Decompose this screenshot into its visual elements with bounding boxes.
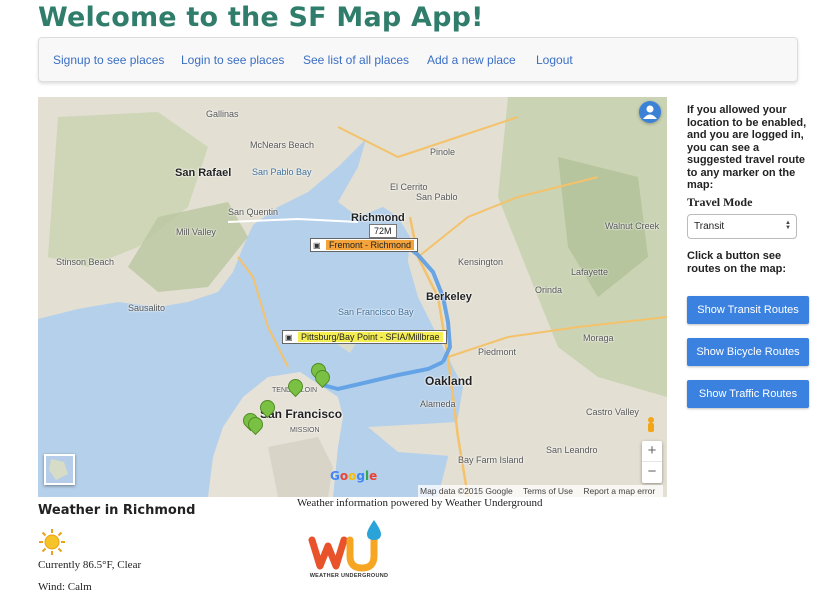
map-label-el-cerrito: El Cerrito: [390, 182, 428, 192]
show-bicycle-routes-button[interactable]: Show Bicycle Routes: [687, 338, 809, 366]
map-label-bay-farm: Bay Farm Island: [458, 455, 524, 465]
current-conditions: Currently 86.5°F, Clear: [38, 559, 142, 571]
map-label-san-quentin: San Quentin: [228, 207, 279, 217]
weather-title: Weather in Richmond: [38, 503, 196, 518]
show-traffic-routes-button[interactable]: Show Traffic Routes: [687, 380, 809, 408]
map-label-san-leandro: San Leandro: [546, 445, 598, 455]
map-label-sausalito: Sausalito: [128, 303, 166, 313]
navbar: Signup to see places Login to see places…: [38, 37, 798, 82]
page-title: Welcome to the SF Map App!: [38, 2, 484, 33]
nav-list-places-link[interactable]: See list of all places: [303, 53, 409, 67]
map-label-san-rafael: San Rafael: [175, 167, 232, 179]
travel-mode-select[interactable]: Transit ▲ ▼: [687, 214, 797, 239]
travel-mode-label: Travel Mode: [687, 195, 753, 209]
map-label-mill-valley: Mill Valley: [176, 227, 216, 237]
map-label-oakland: Oakland: [425, 374, 473, 388]
my-location-button[interactable]: [639, 101, 661, 123]
map-label-alameda: Alameda: [420, 399, 456, 409]
map-label-kensington: Kensington: [458, 257, 504, 267]
map-label-walnut-creek: Walnut Creek: [605, 221, 660, 231]
map[interactable]: Gallinas McNears Beach San Rafael San Qu…: [38, 97, 667, 497]
map-label-richmond: Richmond: [351, 212, 405, 224]
weather-attribution: Weather information powered by Weather U…: [297, 497, 543, 509]
nav-logout-link[interactable]: Logout: [536, 53, 573, 67]
nav-signup-link[interactable]: Signup to see places: [53, 53, 164, 67]
nav-add-place-link[interactable]: Add a new place: [427, 53, 516, 67]
zoom-control: + −: [642, 441, 662, 483]
google-logo: Google: [330, 469, 378, 483]
map-label-pinole: Pinole: [430, 147, 456, 157]
bus-icon: ▣: [285, 333, 293, 342]
map-label-lafayette: Lafayette: [571, 267, 609, 277]
show-transit-routes-button[interactable]: Show Transit Routes: [687, 296, 809, 324]
zoom-out-button[interactable]: −: [642, 461, 662, 482]
sun-icon: [39, 529, 65, 555]
bus-72m-badge: 72M: [369, 224, 397, 238]
travel-mode-value: Transit: [694, 221, 725, 232]
map-label-castro-valley: Castro Valley: [586, 407, 639, 417]
route-tag-text: Fremont - Richmond: [326, 240, 415, 250]
map-base: [38, 97, 667, 497]
bus-icon: ▣: [313, 241, 321, 250]
terms-link[interactable]: Terms of Use: [523, 486, 573, 496]
wind-conditions: Wind: Calm: [38, 581, 92, 593]
zoom-in-button[interactable]: +: [642, 441, 662, 461]
map-label-mission: MISSION: [290, 427, 320, 434]
map-attribution: Map data ©2015 Google Terms of Use Repor…: [418, 485, 664, 497]
pegman-icon[interactable]: [645, 416, 657, 436]
route-button-hint: Click a button see routes on the map:: [687, 250, 787, 275]
map-label-sf-bay: San Francisco Bay: [338, 307, 414, 317]
select-arrows-icon: ▲ ▼: [785, 220, 791, 231]
route-tag-text: Pittsburg/Bay Point - SFIA/Millbrae: [298, 332, 443, 342]
nav-login-link[interactable]: Login to see places: [181, 53, 284, 67]
route-tag-fremont-richmond[interactable]: ▣ Fremont - Richmond: [310, 238, 419, 252]
map-label-stinson: Stinson Beach: [56, 257, 115, 267]
map-label-gallinas: Gallinas: [206, 109, 239, 119]
weather-underground-caption: WEATHER UNDERGROUND: [309, 573, 389, 579]
map-type-thumbnail[interactable]: [44, 454, 75, 485]
map-label-moraga: Moraga: [583, 333, 614, 343]
person-icon: [643, 105, 657, 119]
report-error-link[interactable]: Report a map error: [583, 486, 655, 496]
map-label-mcnears: McNears Beach: [250, 140, 315, 150]
map-data-text: Map data ©2015 Google: [420, 486, 513, 496]
route-tag-pittsburg-sfia[interactable]: ▣ Pittsburg/Bay Point - SFIA/Millbrae: [282, 330, 447, 344]
map-label-san-pablo: San Pablo: [416, 192, 458, 202]
map-label-orinda: Orinda: [535, 285, 563, 295]
map-label-berkeley: Berkeley: [426, 291, 472, 303]
map-label-piedmont: Piedmont: [478, 347, 517, 357]
map-label-san-pablo-bay: San Pablo Bay: [252, 167, 312, 177]
route-instructions: If you allowed your location to be enabl…: [687, 104, 807, 191]
